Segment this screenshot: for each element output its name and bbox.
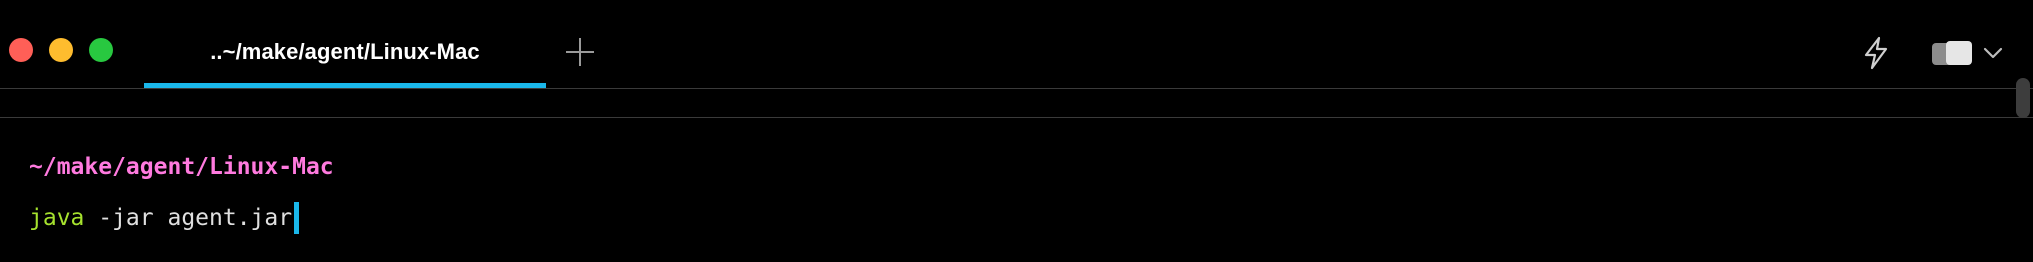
- terminal-window: ..~/make/agent/Linux-Mac ~/make/agent/Li…: [0, 0, 2033, 262]
- tab-bar-divider: [0, 88, 2033, 89]
- tab-label: ..~/make/agent/Linux-Mac: [210, 39, 480, 64]
- tab-linux-mac[interactable]: ..~/make/agent/Linux-Mac: [144, 20, 546, 88]
- plus-icon[interactable]: [566, 38, 594, 66]
- command-args: -jar agent.jar: [84, 205, 293, 231]
- command-name: java: [29, 205, 85, 231]
- minimize-window-button[interactable]: [49, 38, 73, 62]
- close-window-button[interactable]: [9, 38, 33, 62]
- scrollbar-thumb[interactable]: [2016, 78, 2030, 118]
- lightning-bolt-icon[interactable]: [1862, 36, 1890, 70]
- title-bar: ..~/make/agent/Linux-Mac: [0, 0, 2033, 88]
- prompt-path: ~/make/agent/Linux-Mac: [29, 154, 334, 180]
- command-input-line[interactable]: java -jar agent.jar: [29, 202, 300, 234]
- zoom-window-button[interactable]: [89, 38, 113, 62]
- text-cursor: [294, 202, 300, 234]
- chevron-down-icon[interactable]: [1983, 46, 2003, 60]
- split-pane-icon[interactable]: [1930, 40, 1976, 68]
- content-divider: [0, 117, 2033, 118]
